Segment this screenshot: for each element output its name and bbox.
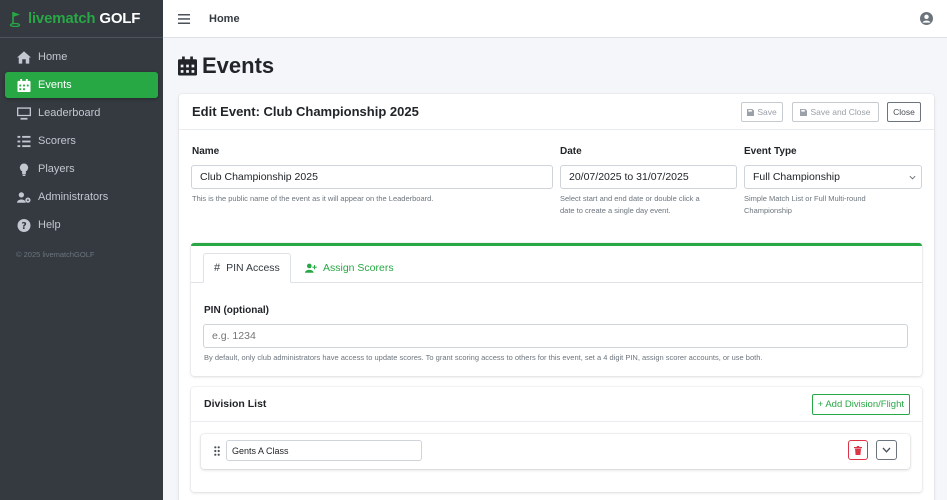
sidebar-item-label: Players <box>38 163 75 175</box>
svg-text:?: ? <box>21 221 26 232</box>
sidebar-item-events[interactable]: Events <box>5 72 158 98</box>
sidebar-item-home[interactable]: Home <box>5 44 158 70</box>
chevron-down-icon <box>882 447 891 453</box>
event-type-help-line-1: Simple Match List or Full Multi-round <box>744 194 866 203</box>
hash-icon: # <box>214 262 221 274</box>
main-content: Events Edit Event: Club Championship 202… <box>163 38 947 500</box>
save-button-label: Save <box>757 107 777 117</box>
division-name-input[interactable]: Gents A Class <box>226 440 422 461</box>
division-header: Division List + Add Division/Flight <box>191 387 922 422</box>
question-circle-icon: ? <box>17 218 31 232</box>
user-account-icon[interactable] <box>920 12 933 25</box>
event-name-input[interactable]: Club Championship 2025 <box>191 165 553 189</box>
date-help-line-1: Select start and end date or double clic… <box>560 194 700 203</box>
date-label: Date <box>560 146 582 157</box>
event-type-selected-value: Full Championship <box>753 171 840 183</box>
tab-pin-access[interactable]: # PIN Access <box>203 253 291 283</box>
user-plus-icon <box>305 263 317 273</box>
pin-help: By default, only club administrators hav… <box>204 353 763 362</box>
sidebar-item-label: Administrators <box>38 191 109 203</box>
chevron-down-icon <box>909 175 916 180</box>
expand-division-button[interactable] <box>876 440 897 460</box>
tab-bar: # PIN Access Assign Scorers <box>191 246 922 283</box>
sidebar-item-label: Events <box>38 79 72 91</box>
calendar-icon <box>17 78 31 92</box>
sidebar-item-players[interactable]: Players <box>5 156 158 182</box>
topbar: Home <box>163 0 947 38</box>
monitor-icon <box>17 106 31 120</box>
close-button[interactable]: Close <box>887 102 921 122</box>
floppy-disk-icon <box>800 108 808 116</box>
page-title: Events <box>178 53 274 79</box>
event-type-select[interactable]: Full Championship <box>744 165 922 189</box>
date-range-input[interactable]: 20/07/2025 to 31/07/2025 <box>560 165 737 189</box>
copyright: © 2025 livematchGOLF <box>16 250 95 259</box>
delete-division-button[interactable] <box>848 440 868 460</box>
page-title-text: Events <box>202 53 275 78</box>
name-help: This is the public name of the event as … <box>192 194 434 203</box>
edit-event-card: Edit Event: Club Championship 2025 Save … <box>179 94 934 500</box>
name-label: Name <box>192 146 220 157</box>
pin-label: PIN (optional) <box>204 305 269 316</box>
card-title: Edit Event: Club Championship 2025 <box>192 104 419 119</box>
save-and-close-label: Save and Close <box>810 107 871 117</box>
drag-handle-icon[interactable] <box>214 446 220 456</box>
sidebar-nav: Home Events Leaderboard Scorers Players … <box>0 38 163 238</box>
add-division-button[interactable]: + Add Division/Flight <box>811 394 910 415</box>
sidebar: livematch GOLF Home Events Leaderboard S… <box>0 0 163 500</box>
sidebar-item-leaderboard[interactable]: Leaderboard <box>5 100 158 126</box>
sidebar-item-label: Leaderboard <box>38 107 101 119</box>
sidebar-item-label: Home <box>38 51 68 63</box>
date-help-line-2: date to create a single day event. <box>560 206 671 215</box>
division-row: Gents A Class <box>201 434 910 469</box>
access-tabs-card: # PIN Access Assign Scorers PIN (optiona… <box>191 243 922 376</box>
event-type-label: Event Type <box>744 146 797 157</box>
topbar-home-link[interactable]: Home <box>209 13 240 25</box>
save-and-close-button[interactable]: Save and Close <box>792 102 879 122</box>
brand[interactable]: livematch GOLF <box>0 0 163 38</box>
calendar-icon <box>178 56 197 76</box>
close-button-label: Close <box>893 107 915 117</box>
floppy-disk-icon <box>747 108 755 116</box>
division-list-card: Division List + Add Division/Flight Gent… <box>191 387 922 492</box>
sidebar-item-scorers[interactable]: Scorers <box>5 128 158 154</box>
sidebar-item-administrators[interactable]: Administrators <box>5 184 158 210</box>
home-icon <box>17 50 31 64</box>
lightbulb-icon <box>19 162 29 176</box>
division-title: Division List <box>204 398 267 410</box>
brand-name: livematch GOLF <box>28 10 141 27</box>
event-type-help-line-2: Championship <box>744 206 792 215</box>
trash-icon <box>854 445 862 455</box>
golf-flag-icon <box>9 11 21 27</box>
hamburger-menu-icon[interactable] <box>178 13 190 24</box>
list-icon <box>17 135 31 147</box>
pin-input[interactable] <box>203 324 908 348</box>
sidebar-item-help[interactable]: ? Help <box>5 212 158 238</box>
save-button[interactable]: Save <box>741 102 783 122</box>
card-header: Edit Event: Club Championship 2025 Save … <box>179 94 934 130</box>
tab-assign-scorers[interactable]: Assign Scorers <box>295 253 404 283</box>
sidebar-item-label: Help <box>38 219 61 231</box>
tab-assign-scorers-label: Assign Scorers <box>323 262 394 274</box>
tab-pin-access-label: PIN Access <box>226 262 280 274</box>
users-gear-icon <box>17 191 31 203</box>
sidebar-item-label: Scorers <box>38 135 76 147</box>
